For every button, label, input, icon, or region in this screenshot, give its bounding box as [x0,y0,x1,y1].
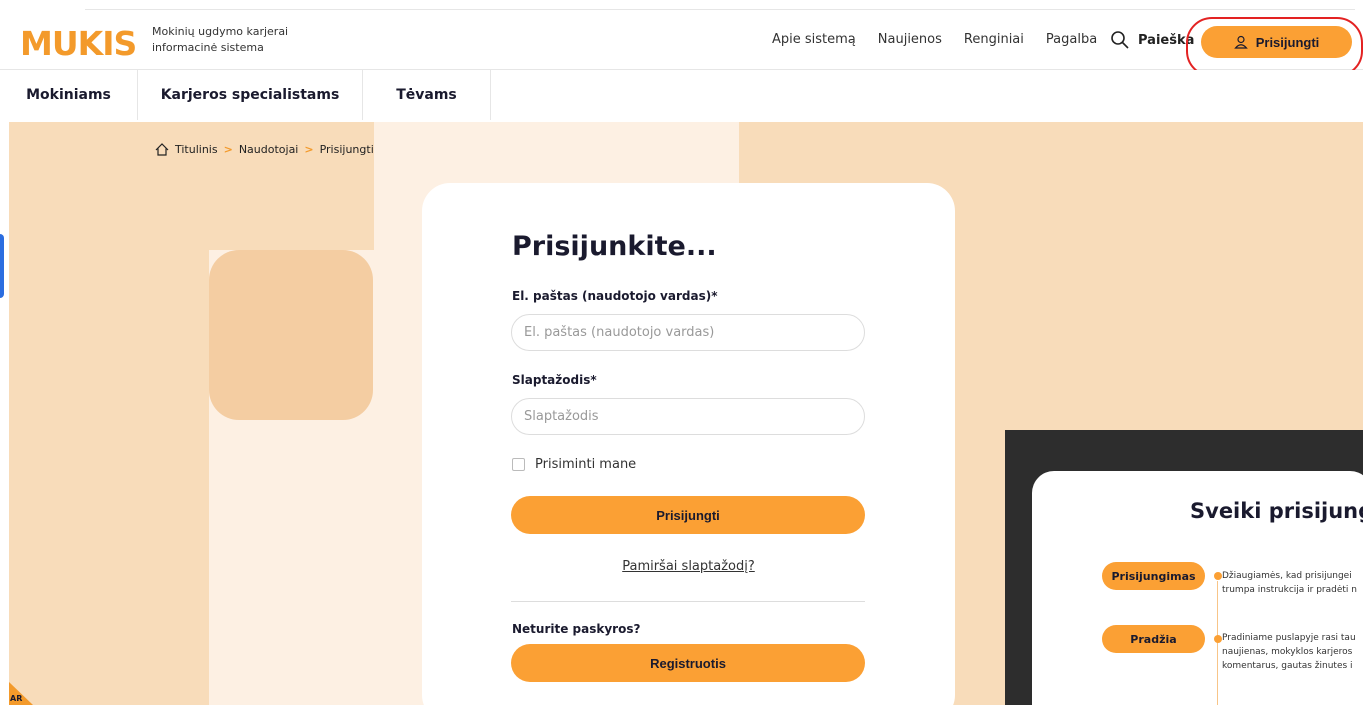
site-header: MUKIS Mokinių ugdymo karjerai informacin… [0,14,1363,70]
tab-mokiniams[interactable]: Mokiniams [0,70,138,120]
register-button[interactable]: Registruotis [511,644,865,682]
browser-top-line [85,4,1355,10]
login-title: Prisijunkite... [512,231,717,262]
welcome-title: Sveiki prisijungę [1190,499,1363,523]
step-text: Džiaugiamės, kad prisijungei trumpa inst… [1222,571,1357,595]
bg-rounded-square [209,250,373,420]
breadcrumb-users[interactable]: Naudotojai [239,143,299,156]
breadcrumb-home[interactable]: Titulinis [175,143,218,156]
main-nav: Apie sistemą Naujienos Renginiai Pagalba [772,32,1097,47]
audience-nav: Mokiniams Karjeros specialistams Tėvams [0,70,1363,120]
site-tagline: Mokinių ugdymo karjerai informacinė sist… [152,25,289,54]
email-field[interactable] [511,314,865,351]
login-submit-button[interactable]: Prisijungti [511,496,865,534]
corner-badge-label: AR [10,694,23,703]
timeline-line [1217,581,1218,705]
nav-link-pagalba[interactable]: Pagalba [1046,32,1097,47]
nav-link-renginiai[interactable]: Renginiai [964,32,1024,47]
mukis-logo[interactable]: MUKIS [20,24,138,60]
search-icon [1111,31,1129,49]
email-label: El. paštas (naudotojo vardas)* [512,289,718,303]
forgot-password-link[interactable]: Pamiršai slaptažodį? [422,559,955,574]
remember-me[interactable]: Prisiminti mane [512,457,636,472]
left-edge-tab [0,234,4,298]
timeline-dot [1214,635,1222,643]
tab-tevams[interactable]: Tėvams [363,70,491,120]
nav-link-apie-sistema[interactable]: Apie sistemą [772,32,856,47]
home-icon[interactable] [155,143,169,156]
tab-karjeros-specialistams[interactable]: Karjeros specialistams [138,70,363,120]
password-field[interactable] [511,398,865,435]
search-button[interactable]: Paieška [1110,30,1194,50]
chevron-right-icon: > [223,143,233,156]
annotation-highlight [1186,17,1363,77]
timeline-dot [1214,572,1222,580]
welcome-popup: Sveiki prisijungę Prisijungimas Džiaugia… [1005,430,1363,705]
remember-checkbox[interactable] [512,458,525,471]
step-prisijungimas[interactable]: Prisijungimas [1102,562,1205,590]
chevron-right-icon: > [304,143,314,156]
password-label: Slaptažodis* [512,373,597,387]
nav-link-naujienos[interactable]: Naujienos [878,32,942,47]
login-card: Prisijunkite... El. paštas (naudotojo va… [422,183,955,723]
divider [511,601,865,602]
no-account-label: Neturite paskyros? [512,622,641,636]
step-pradzia[interactable]: Pradžia [1102,625,1205,653]
svg-text:MUKIS: MUKIS [20,24,136,60]
breadcrumb-current: Prisijungti [319,143,374,156]
step-text: Pradiniame puslapyje rasi tau naujienas,… [1222,633,1356,671]
welcome-popup-card: Sveiki prisijungę Prisijungimas Džiaugia… [1032,471,1363,705]
remember-label: Prisiminti mane [535,457,637,472]
breadcrumb: Titulinis > Naudotojai > Prisijungti [155,143,374,156]
